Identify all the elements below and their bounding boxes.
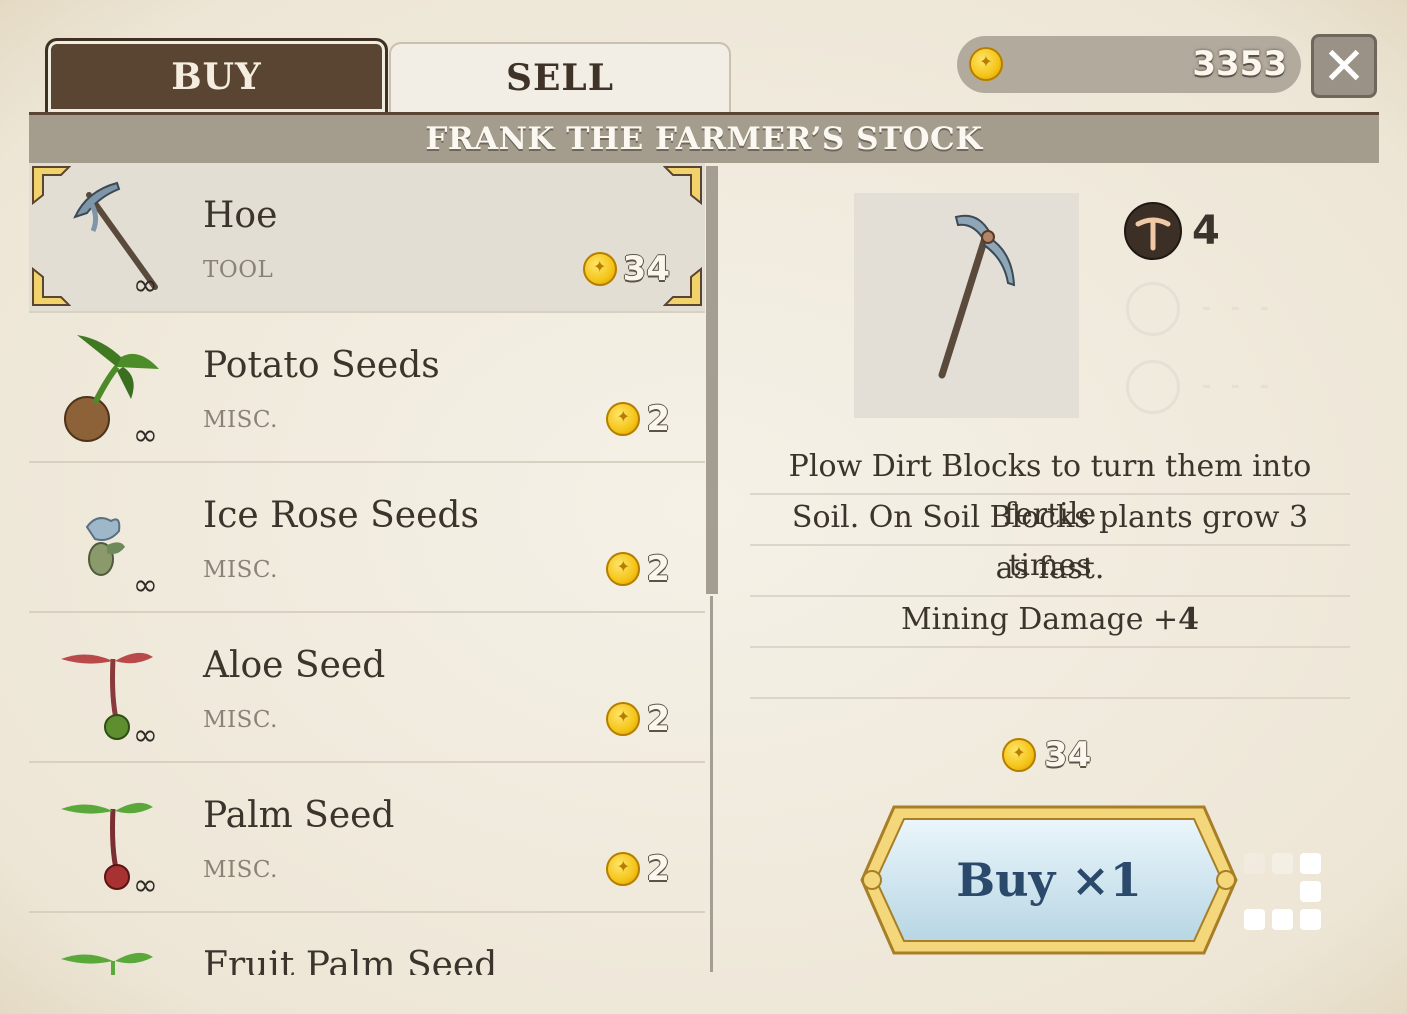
list-scrollbar[interactable]	[706, 166, 718, 594]
stock-infinite: ∞	[133, 568, 158, 603]
item-name: Ice Rose Seeds	[203, 495, 479, 536]
empty-stat-slot	[1126, 282, 1180, 336]
item-category: MISC.	[203, 707, 278, 733]
gold-coin-icon	[969, 47, 1003, 81]
item-bonus: Mining Damage +4	[750, 596, 1350, 648]
bonus-label: Mining Damage +	[900, 602, 1179, 637]
description-line: as fast.	[750, 545, 1350, 597]
empty-stat-value: - - -	[1202, 374, 1275, 399]
corner-ornament	[32, 166, 71, 205]
shop-title-bar: FRANK THE FARMER’S STOCK	[29, 112, 1379, 163]
list-item-palm-seed[interactable]: ∞ Palm Seed MISC. 2	[29, 763, 705, 913]
gold-coin-icon	[606, 702, 641, 736]
close-button[interactable]: ✕	[1311, 34, 1377, 98]
list-item-potato-seeds[interactable]: ∞ Potato Seeds MISC. 2	[29, 313, 705, 463]
close-icon: ✕	[1322, 37, 1366, 97]
item-category: TOOL	[203, 257, 274, 283]
list-item-hoe[interactable]: ∞ Hoe TOOL 34	[29, 163, 705, 313]
stock-infinite: ∞	[133, 268, 158, 303]
price-value: 34	[622, 249, 670, 289]
empty-stat-slot	[1126, 360, 1180, 414]
item-price: 2	[606, 549, 670, 589]
price-value: 2	[646, 849, 670, 889]
list-item-fruit-palm-seed[interactable]: Fruit Palm Seed	[29, 913, 705, 975]
stat-value: 4	[1192, 208, 1220, 254]
empty-stat-value: - - -	[1202, 296, 1275, 321]
panel-divider	[710, 596, 713, 972]
item-price: 34	[582, 249, 670, 289]
stock-infinite: ∞	[133, 418, 158, 453]
list-item-ice-rose-seeds[interactable]: ∞ Ice Rose Seeds MISC. 2	[29, 463, 705, 613]
description-line-empty	[750, 647, 1350, 699]
gold-coin-icon	[582, 252, 617, 286]
currency-balance: 3353	[957, 36, 1301, 93]
item-category: MISC.	[203, 857, 278, 883]
price-value: 2	[646, 399, 670, 439]
corner-ornament	[32, 267, 71, 306]
item-name: Hoe	[203, 195, 278, 236]
buy-button-label[interactable]: Buy ×1	[858, 853, 1240, 907]
tab-sell[interactable]: SELL	[389, 42, 731, 112]
item-price: 2	[606, 399, 670, 439]
item-category: MISC.	[203, 407, 278, 433]
description-line: Plow Dirt Blocks to turn them into ferti…	[750, 443, 1350, 532]
gold-coin-icon	[606, 552, 641, 586]
pickaxe-stat-icon	[1124, 202, 1182, 260]
cost-value: 34	[1044, 735, 1092, 775]
item-preview	[854, 193, 1079, 418]
price-value: 2	[646, 549, 670, 589]
item-name: Fruit Palm Seed	[203, 945, 498, 975]
corner-ornament	[663, 166, 702, 205]
gold-coin-icon	[606, 402, 641, 436]
stock-infinite: ∞	[133, 718, 158, 753]
item-category: MISC.	[203, 557, 278, 583]
quantity-grid-icon[interactable]	[1244, 853, 1322, 931]
list-item-aloe-seed[interactable]: ∞ Aloe Seed MISC. 2	[29, 613, 705, 763]
item-price: 2	[606, 849, 670, 889]
balance-value: 3353	[1192, 44, 1287, 84]
price-value: 2	[646, 699, 670, 739]
item-price: 2	[606, 699, 670, 739]
item-name: Aloe Seed	[203, 645, 386, 686]
item-list[interactable]: ∞ Hoe TOOL 34 ∞ Potato Seeds MISC. 2	[29, 163, 705, 975]
gold-coin-icon	[1002, 738, 1036, 772]
gold-coin-icon	[606, 852, 641, 886]
description-line: Soil. On Soil Blocks plants grow 3 times	[750, 494, 1350, 583]
item-name: Palm Seed	[203, 795, 395, 836]
fruit-palm-seed-icon	[61, 952, 153, 975]
tab-buy[interactable]: BUY	[45, 38, 388, 112]
purchase-cost: 34	[1002, 735, 1091, 775]
stock-infinite: ∞	[133, 868, 158, 903]
item-name: Potato Seeds	[203, 345, 440, 386]
hoe-preview-icon	[938, 214, 1016, 379]
shop-title: FRANK THE FARMER’S STOCK	[425, 121, 983, 157]
bonus-value: 4	[1178, 602, 1200, 637]
